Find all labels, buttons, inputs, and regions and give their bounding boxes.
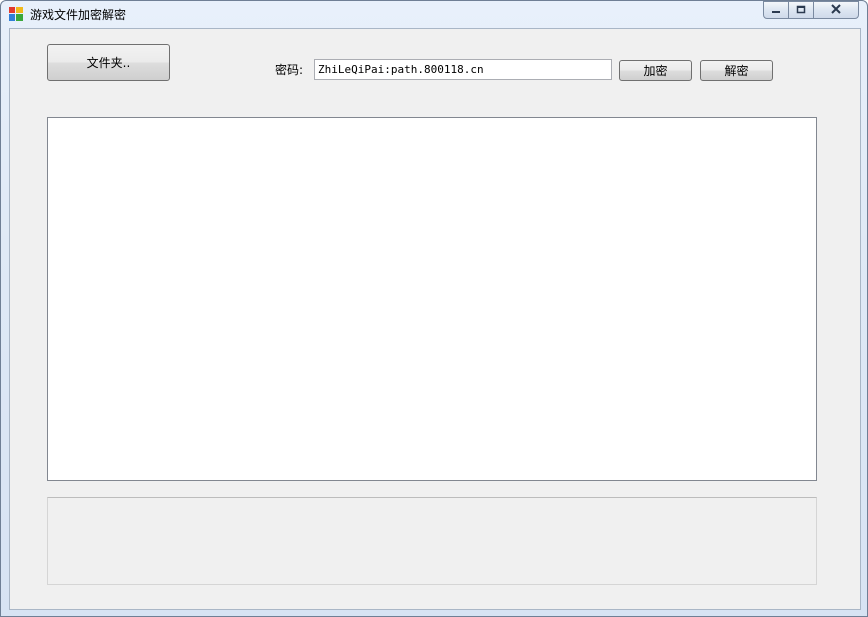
title-bar[interactable]: 游戏文件加密解密 bbox=[1, 1, 867, 27]
main-window: 游戏文件加密解密 文件夹.. 密码: 加密 解密 bbox=[0, 0, 868, 617]
form-client-area: 文件夹.. 密码: 加密 解密 bbox=[9, 28, 861, 610]
close-icon bbox=[830, 3, 842, 17]
maximize-icon bbox=[796, 3, 806, 17]
folder-button[interactable]: 文件夹.. bbox=[47, 44, 170, 81]
caption-buttons bbox=[763, 1, 859, 19]
file-list[interactable] bbox=[47, 117, 817, 481]
window-title: 游戏文件加密解密 bbox=[30, 8, 127, 22]
app-window-icon bbox=[9, 7, 23, 21]
decrypt-button[interactable]: 解密 bbox=[700, 60, 773, 81]
minimize-icon bbox=[771, 3, 781, 17]
status-box bbox=[47, 497, 817, 585]
password-label: 密码: bbox=[275, 63, 304, 77]
password-input[interactable] bbox=[314, 59, 612, 80]
close-button[interactable] bbox=[813, 1, 859, 19]
minimize-button[interactable] bbox=[763, 1, 789, 19]
encrypt-button[interactable]: 加密 bbox=[619, 60, 692, 81]
maximize-button[interactable] bbox=[788, 1, 814, 19]
